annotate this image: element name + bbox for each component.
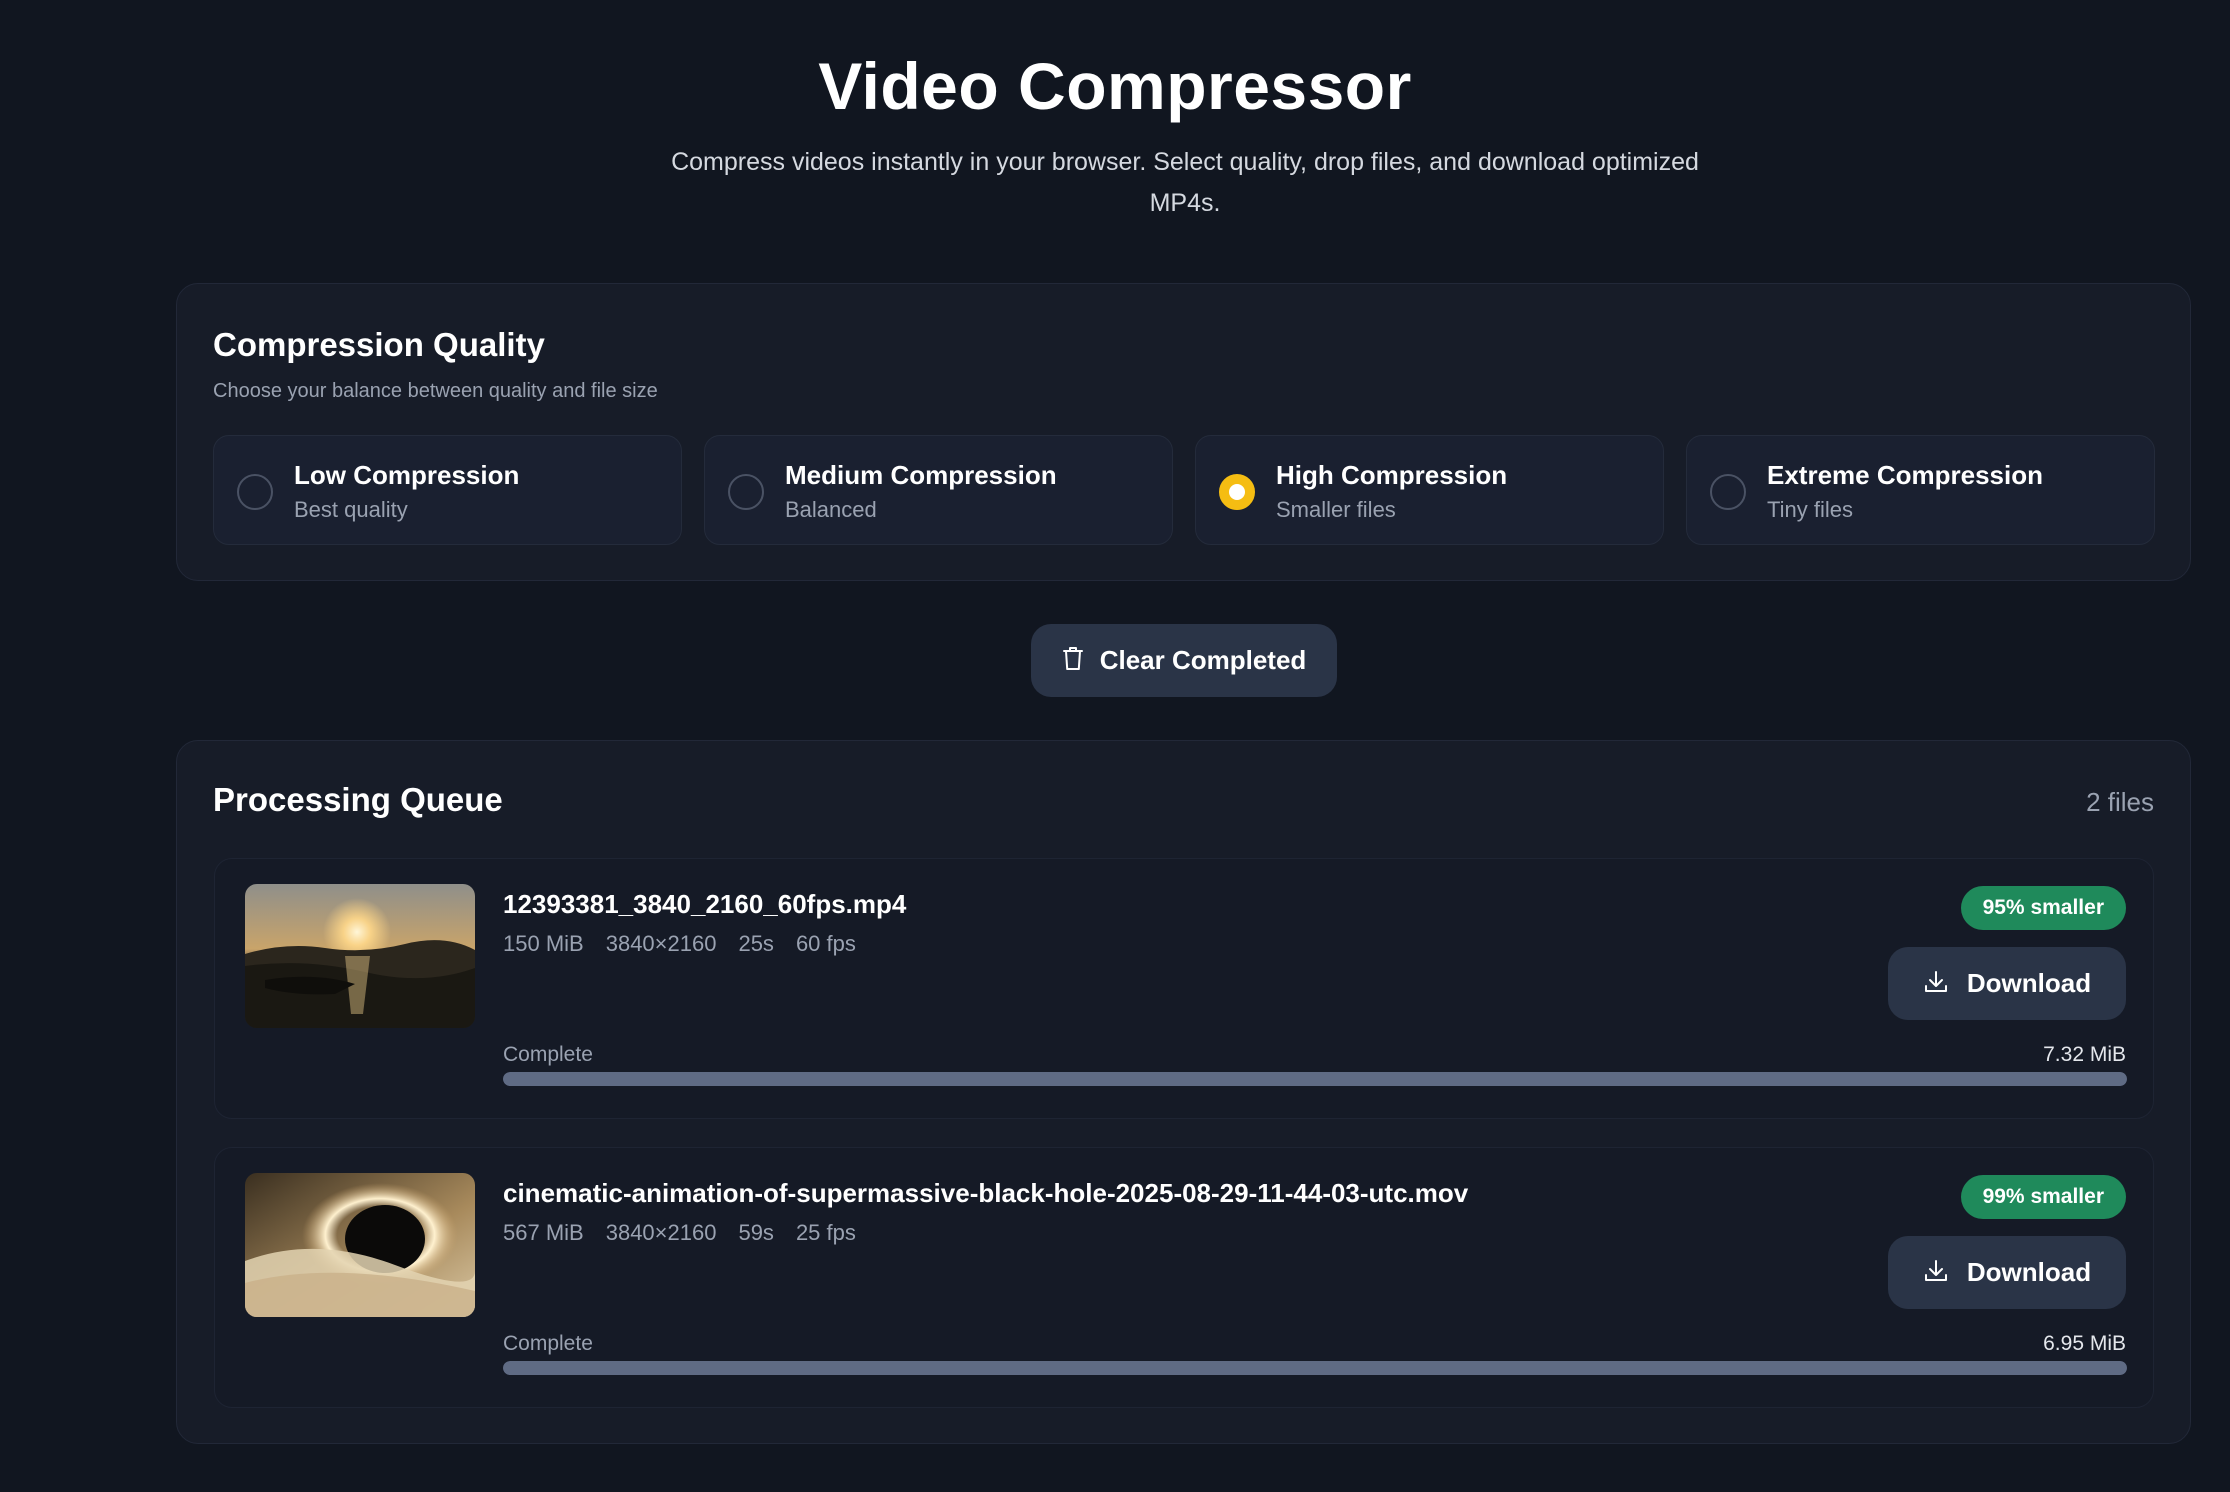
download-button[interactable]: Download	[1888, 947, 2126, 1020]
quality-title: Compression Quality	[213, 326, 545, 363]
option-subtitle: Tiny files	[1767, 497, 1853, 522]
radio-low[interactable]	[237, 474, 273, 510]
option-title: Extreme Compression	[1767, 460, 2043, 490]
video-thumbnail-black-hole	[245, 1173, 475, 1317]
option-title: High Compression	[1276, 460, 1508, 490]
output-size: 6.95 MiB	[2043, 1332, 2126, 1355]
file-fps: 60 fps	[795, 931, 856, 956]
download-button[interactable]: Download	[1888, 1236, 2126, 1309]
file-name: 12393381_3840_2160_60fps.mp4	[503, 889, 907, 919]
progress-fill	[503, 1361, 2127, 1375]
option-medium-compression[interactable]: Medium Compression Balanced	[704, 435, 1173, 545]
option-high-compression[interactable]: High Compression Smaller files	[1195, 435, 1664, 545]
status-text: Complete	[503, 1043, 593, 1066]
download-icon	[1923, 1258, 1949, 1287]
video-thumbnail-sunset	[245, 884, 475, 1028]
quality-subtitle: Choose your balance between quality and …	[213, 380, 658, 402]
file-resolution: 3840×2160	[605, 1220, 717, 1245]
compression-quality-card: Compression Quality Choose your balance …	[176, 283, 2191, 581]
option-title: Low Compression	[294, 460, 520, 490]
processing-queue-card: Processing Queue 2 files 12393381_3840_2…	[176, 740, 2191, 1444]
queue-title: Processing Queue	[213, 781, 503, 818]
option-extreme-compression[interactable]: Extreme Compression Tiny files	[1686, 435, 2155, 545]
page-title: Video Compressor	[818, 49, 1412, 123]
option-title: Medium Compression	[785, 460, 1057, 490]
option-low-compression[interactable]: Low Compression Best quality	[213, 435, 682, 545]
file-size: 567 MiB	[503, 1220, 584, 1245]
clear-completed-label: Clear Completed	[1099, 645, 1307, 675]
file-count: 2 files	[2086, 787, 2154, 817]
status-text: Complete	[503, 1332, 593, 1355]
file-fps: 25 fps	[795, 1220, 856, 1245]
option-subtitle: Smaller files	[1276, 497, 1396, 522]
output-size: 7.32 MiB	[2043, 1043, 2126, 1066]
savings-badge: 99% smaller	[1960, 1175, 2126, 1219]
progress-fill	[503, 1072, 2127, 1086]
file-duration: 59s	[738, 1220, 774, 1245]
radio-high-selected[interactable]	[1219, 474, 1255, 510]
radio-medium[interactable]	[728, 474, 764, 510]
file-resolution: 3840×2160	[605, 931, 717, 956]
page-subtitle: Compress videos instantly in your browse…	[671, 148, 1699, 217]
page: Video Compressor Compress videos instant…	[0, 0, 2230, 1492]
trash-icon	[1062, 646, 1084, 675]
clear-completed-button[interactable]: Clear Completed	[1031, 624, 1337, 697]
queue-item: 12393381_3840_2160_60fps.mp4 150 MiB 384…	[214, 858, 2154, 1119]
download-label: Download	[1966, 968, 2092, 998]
option-subtitle: Balanced	[785, 497, 877, 522]
progress-bar	[503, 1072, 2127, 1086]
progress-bar	[503, 1361, 2127, 1375]
file-meta: 150 MiB 3840×2160 25s 60 fps	[503, 931, 856, 957]
file-name: cinematic-animation-of-supermassive-blac…	[503, 1178, 1469, 1208]
savings-badge: 95% smaller	[1960, 886, 2126, 930]
file-meta: 567 MiB 3840×2160 59s 25 fps	[503, 1220, 856, 1246]
file-duration: 25s	[738, 931, 774, 956]
file-size: 150 MiB	[503, 931, 584, 956]
radio-extreme[interactable]	[1710, 474, 1746, 510]
download-icon	[1923, 969, 1949, 998]
option-subtitle: Best quality	[294, 497, 408, 522]
queue-item: cinematic-animation-of-supermassive-blac…	[214, 1147, 2154, 1408]
download-label: Download	[1966, 1257, 2092, 1287]
